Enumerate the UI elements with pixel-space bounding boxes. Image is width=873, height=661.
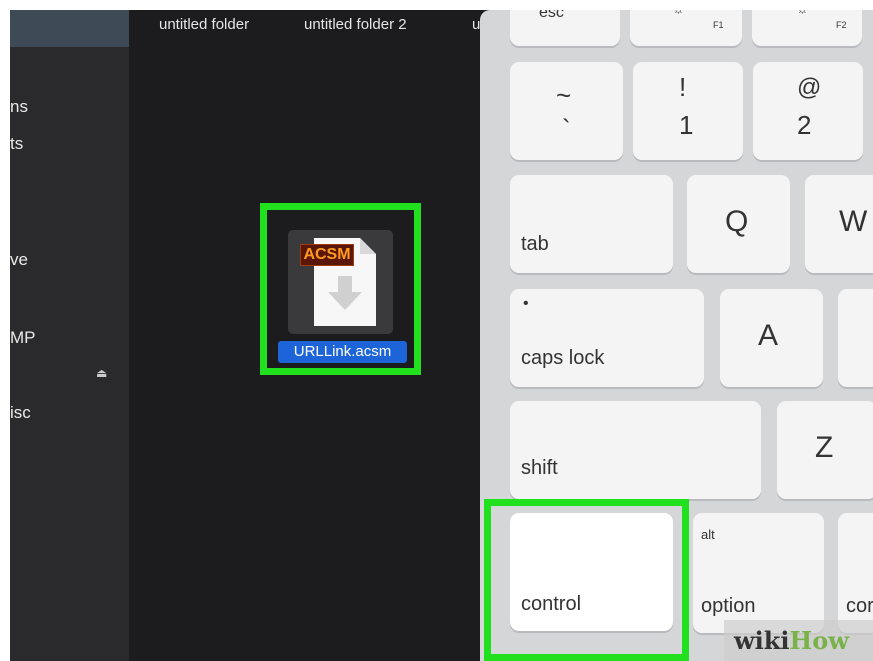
key-z[interactable]: Z	[777, 401, 873, 499]
sidebar-item-2[interactable]: ts	[10, 134, 23, 154]
sidebar-item-5[interactable]: isc	[10, 403, 31, 423]
screenshot-scene: ns ts ve MP ⏏ isc untitled folder untitl…	[10, 10, 873, 661]
key-q[interactable]: Q	[687, 175, 790, 273]
eject-icon[interactable]: ⏏	[96, 366, 107, 380]
file-highlight-box	[260, 203, 421, 375]
key-2[interactable]: @ 2	[753, 62, 863, 160]
key-1[interactable]: ! 1	[633, 62, 743, 160]
key-esc[interactable]: esc	[510, 10, 620, 46]
wikihow-watermark: wikiHow	[724, 620, 873, 661]
key-caps-lock[interactable]: • caps lock	[510, 289, 704, 387]
control-key-highlight-box	[484, 499, 689, 661]
key-w[interactable]: W	[805, 175, 873, 273]
key-f1[interactable]: ☼ F1	[630, 10, 742, 46]
brightness-low-icon: ☼	[672, 10, 685, 16]
key-command[interactable]: cor	[838, 513, 873, 633]
sidebar-item-3[interactable]: ve	[10, 250, 28, 270]
key-option[interactable]: alt option	[693, 513, 824, 633]
key-shift[interactable]: shift	[510, 401, 761, 499]
key-tab[interactable]: tab	[510, 175, 673, 273]
folder-untitled-folder[interactable]: untitled folder	[159, 16, 249, 33]
key-f2[interactable]: ☼ F2	[752, 10, 862, 46]
key-a[interactable]: A	[720, 289, 823, 387]
sidebar-item-1[interactable]: ns	[10, 97, 28, 117]
sidebar-item-4[interactable]: MP	[10, 328, 36, 348]
sidebar-selected-item[interactable]	[10, 10, 129, 47]
finder-sidebar: ns ts ve MP ⏏ isc	[10, 10, 129, 661]
folder-untitled-folder-2[interactable]: untitled folder 2	[304, 16, 407, 33]
key-tilde[interactable]: ~ `	[510, 62, 623, 160]
key-s[interactable]	[838, 289, 873, 387]
brightness-high-icon: ☼	[796, 10, 809, 16]
